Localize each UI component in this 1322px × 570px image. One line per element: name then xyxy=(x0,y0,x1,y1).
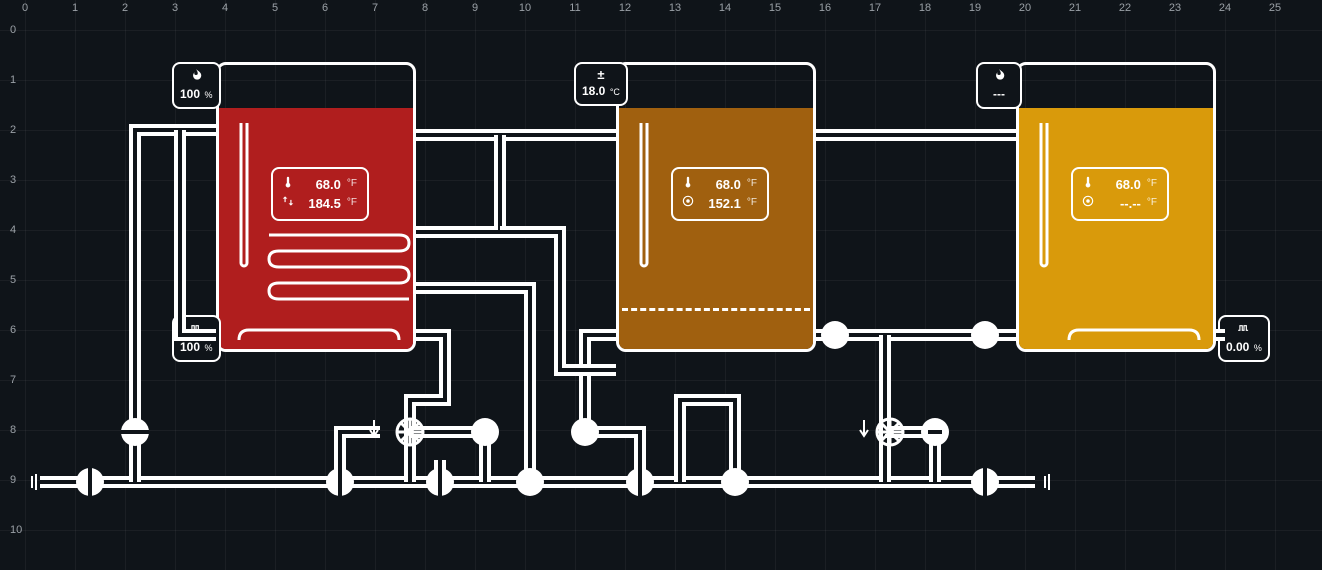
tank-b[interactable]: 68.0 °F 152.1 °F xyxy=(616,62,816,352)
thermometer-icon xyxy=(1081,175,1095,194)
tank-c-pwm-badge[interactable]: 0.00 % xyxy=(1218,315,1270,362)
pump-main-5 xyxy=(626,468,654,496)
pump-main-3 xyxy=(426,468,454,496)
tank-c-flame-badge[interactable]: --- xyxy=(976,62,1022,109)
tank-c-readout: 68.0 °F --.-- °F xyxy=(1071,167,1169,221)
pwm-icon xyxy=(180,321,213,338)
target-icon xyxy=(1081,194,1095,213)
tank-a[interactable]: 68.0 °F 184.5 °F xyxy=(216,62,416,352)
pwm-value: 0.00 % xyxy=(1226,338,1262,355)
pump-main-4 xyxy=(516,468,544,496)
flame-icon xyxy=(180,68,213,85)
tank-a-readout: 68.0 °F 184.5 °F xyxy=(271,167,369,221)
tank-b-readout: 68.0 °F 152.1 °F xyxy=(671,167,769,221)
hvac-diagram-canvas[interactable]: /* decorative grid produced inline below… xyxy=(0,0,1322,570)
pwm-value: 100 % xyxy=(180,338,213,355)
pwm-icon xyxy=(1226,321,1262,338)
plus-minus-icon: ± xyxy=(582,68,620,82)
mixing-valve-b xyxy=(860,419,903,445)
flame-value: --- xyxy=(993,87,1005,101)
pump-main-2 xyxy=(326,468,354,496)
mixing-valve-a xyxy=(370,419,423,445)
flame-icon xyxy=(984,68,1014,85)
thermometer-icon xyxy=(281,175,295,194)
pump-main-1 xyxy=(76,468,104,496)
exchange-arrows-icon xyxy=(281,194,295,213)
tank-a-flame-badge[interactable]: 100 % xyxy=(172,62,221,109)
tank-c[interactable]: 68.0 °F --.-- °F xyxy=(1016,62,1216,352)
flame-value: 100 % xyxy=(180,85,213,102)
setpoint-value: 18.0 °C xyxy=(582,82,620,99)
target-icon xyxy=(681,194,695,213)
tank-a-pwm-badge[interactable]: 100 % xyxy=(172,315,221,362)
thermometer-icon xyxy=(681,175,695,194)
tank-b-setpoint-badge[interactable]: ± 18.0 °C xyxy=(574,62,628,106)
